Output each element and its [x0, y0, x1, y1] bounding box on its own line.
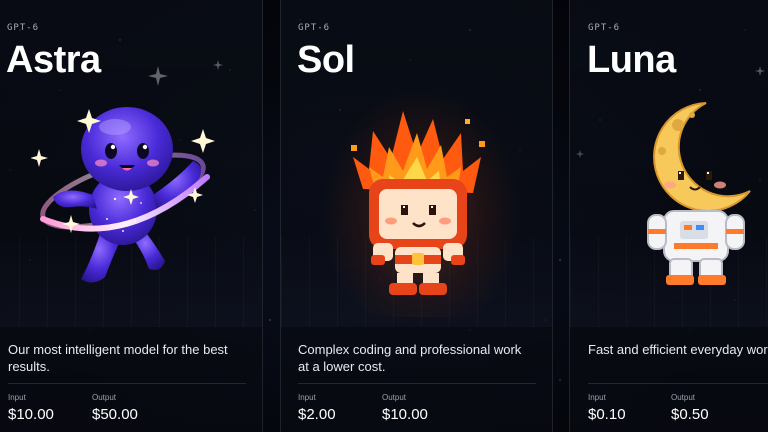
- model-description: Fast and efficient everyday work at scal…: [588, 342, 768, 357]
- model-family-label: GPT-6: [588, 23, 621, 33]
- model-family-label: GPT-6: [298, 23, 331, 33]
- output-price-label: Output: [382, 393, 407, 402]
- model-description: Complex coding and professional work at …: [298, 342, 522, 374]
- input-price-block: Input $2.00: [298, 393, 336, 423]
- input-price-block: Input $0.10: [588, 393, 626, 423]
- model-name: Astra: [6, 39, 101, 81]
- output-price-label: Output: [671, 393, 696, 402]
- output-price-block: Output $0.50: [671, 393, 709, 423]
- model-card-astra[interactable]: GPT-6 Astra Our most intelligent model f…: [0, 0, 263, 432]
- input-price-value: $10.00: [8, 406, 54, 423]
- output-price-value: $50.00: [92, 406, 138, 423]
- input-price-value: $0.10: [588, 406, 626, 423]
- input-price-label: Input: [8, 393, 26, 402]
- card-divider: [8, 383, 246, 384]
- output-price-value: $10.00: [382, 406, 428, 423]
- model-card-sol[interactable]: GPT-6 Sol Complex coding and professiona…: [280, 0, 553, 432]
- output-price-block: Output $10.00: [382, 393, 428, 423]
- input-price-value: $2.00: [298, 406, 336, 423]
- model-description: Our most intelligent model for the best …: [8, 342, 228, 374]
- galaxy-mascot-icon: [31, 107, 215, 283]
- model-name: Sol: [297, 39, 355, 81]
- sun-mascot-icon: [351, 111, 485, 295]
- model-card-luna[interactable]: GPT-6 Luna Fast and efficient everyday w…: [569, 0, 768, 432]
- output-price-value: $0.50: [671, 406, 709, 423]
- output-price-label: Output: [92, 393, 117, 402]
- model-cards-stage: GPT-6 Astra Our most intelligent model f…: [0, 0, 768, 432]
- input-price-label: Input: [588, 393, 606, 402]
- moon-astronaut-mascot-icon: [647, 102, 751, 285]
- model-family-label: GPT-6: [7, 23, 40, 33]
- card-divider: [588, 383, 768, 384]
- input-price-block: Input $10.00: [8, 393, 54, 423]
- input-price-label: Input: [298, 393, 316, 402]
- card-divider: [298, 383, 536, 384]
- output-price-block: Output $50.00: [92, 393, 138, 423]
- model-name: Luna: [587, 39, 676, 81]
